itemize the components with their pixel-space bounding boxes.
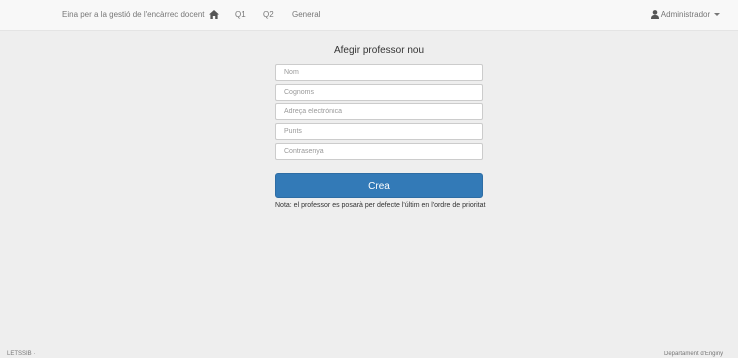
email-field[interactable]	[275, 103, 483, 120]
priority-note: Nota: el professor es posarà per defecte…	[275, 202, 486, 209]
create-button[interactable]: Crea	[275, 173, 483, 198]
nav-link-q1[interactable]: Q1	[235, 0, 246, 30]
user-icon	[651, 10, 659, 20]
home-link[interactable]	[209, 0, 219, 30]
nav-link-general[interactable]: General	[292, 0, 320, 30]
brand-link[interactable]: Eina per a la gestió de l'encàrrec docen…	[62, 0, 205, 30]
punts-field[interactable]	[275, 123, 483, 140]
footer-right-text: Departament d'Enginy	[664, 351, 724, 357]
user-menu[interactable]: Administrador	[651, 0, 721, 30]
nom-field[interactable]	[275, 64, 483, 81]
nav-link-q2[interactable]: Q2	[263, 0, 274, 30]
page-title: Afegir professor nou	[333, 45, 425, 56]
footer-left-text: LETSSIB ·	[7, 351, 36, 357]
user-menu-label: Administrador	[660, 10, 711, 19]
password-field[interactable]	[275, 143, 483, 160]
chevron-down-icon	[714, 13, 721, 17]
home-icon	[209, 10, 219, 20]
top-navbar: Eina per a la gestió de l'encàrrec docen…	[0, 0, 738, 31]
cognoms-field[interactable]	[275, 84, 483, 101]
